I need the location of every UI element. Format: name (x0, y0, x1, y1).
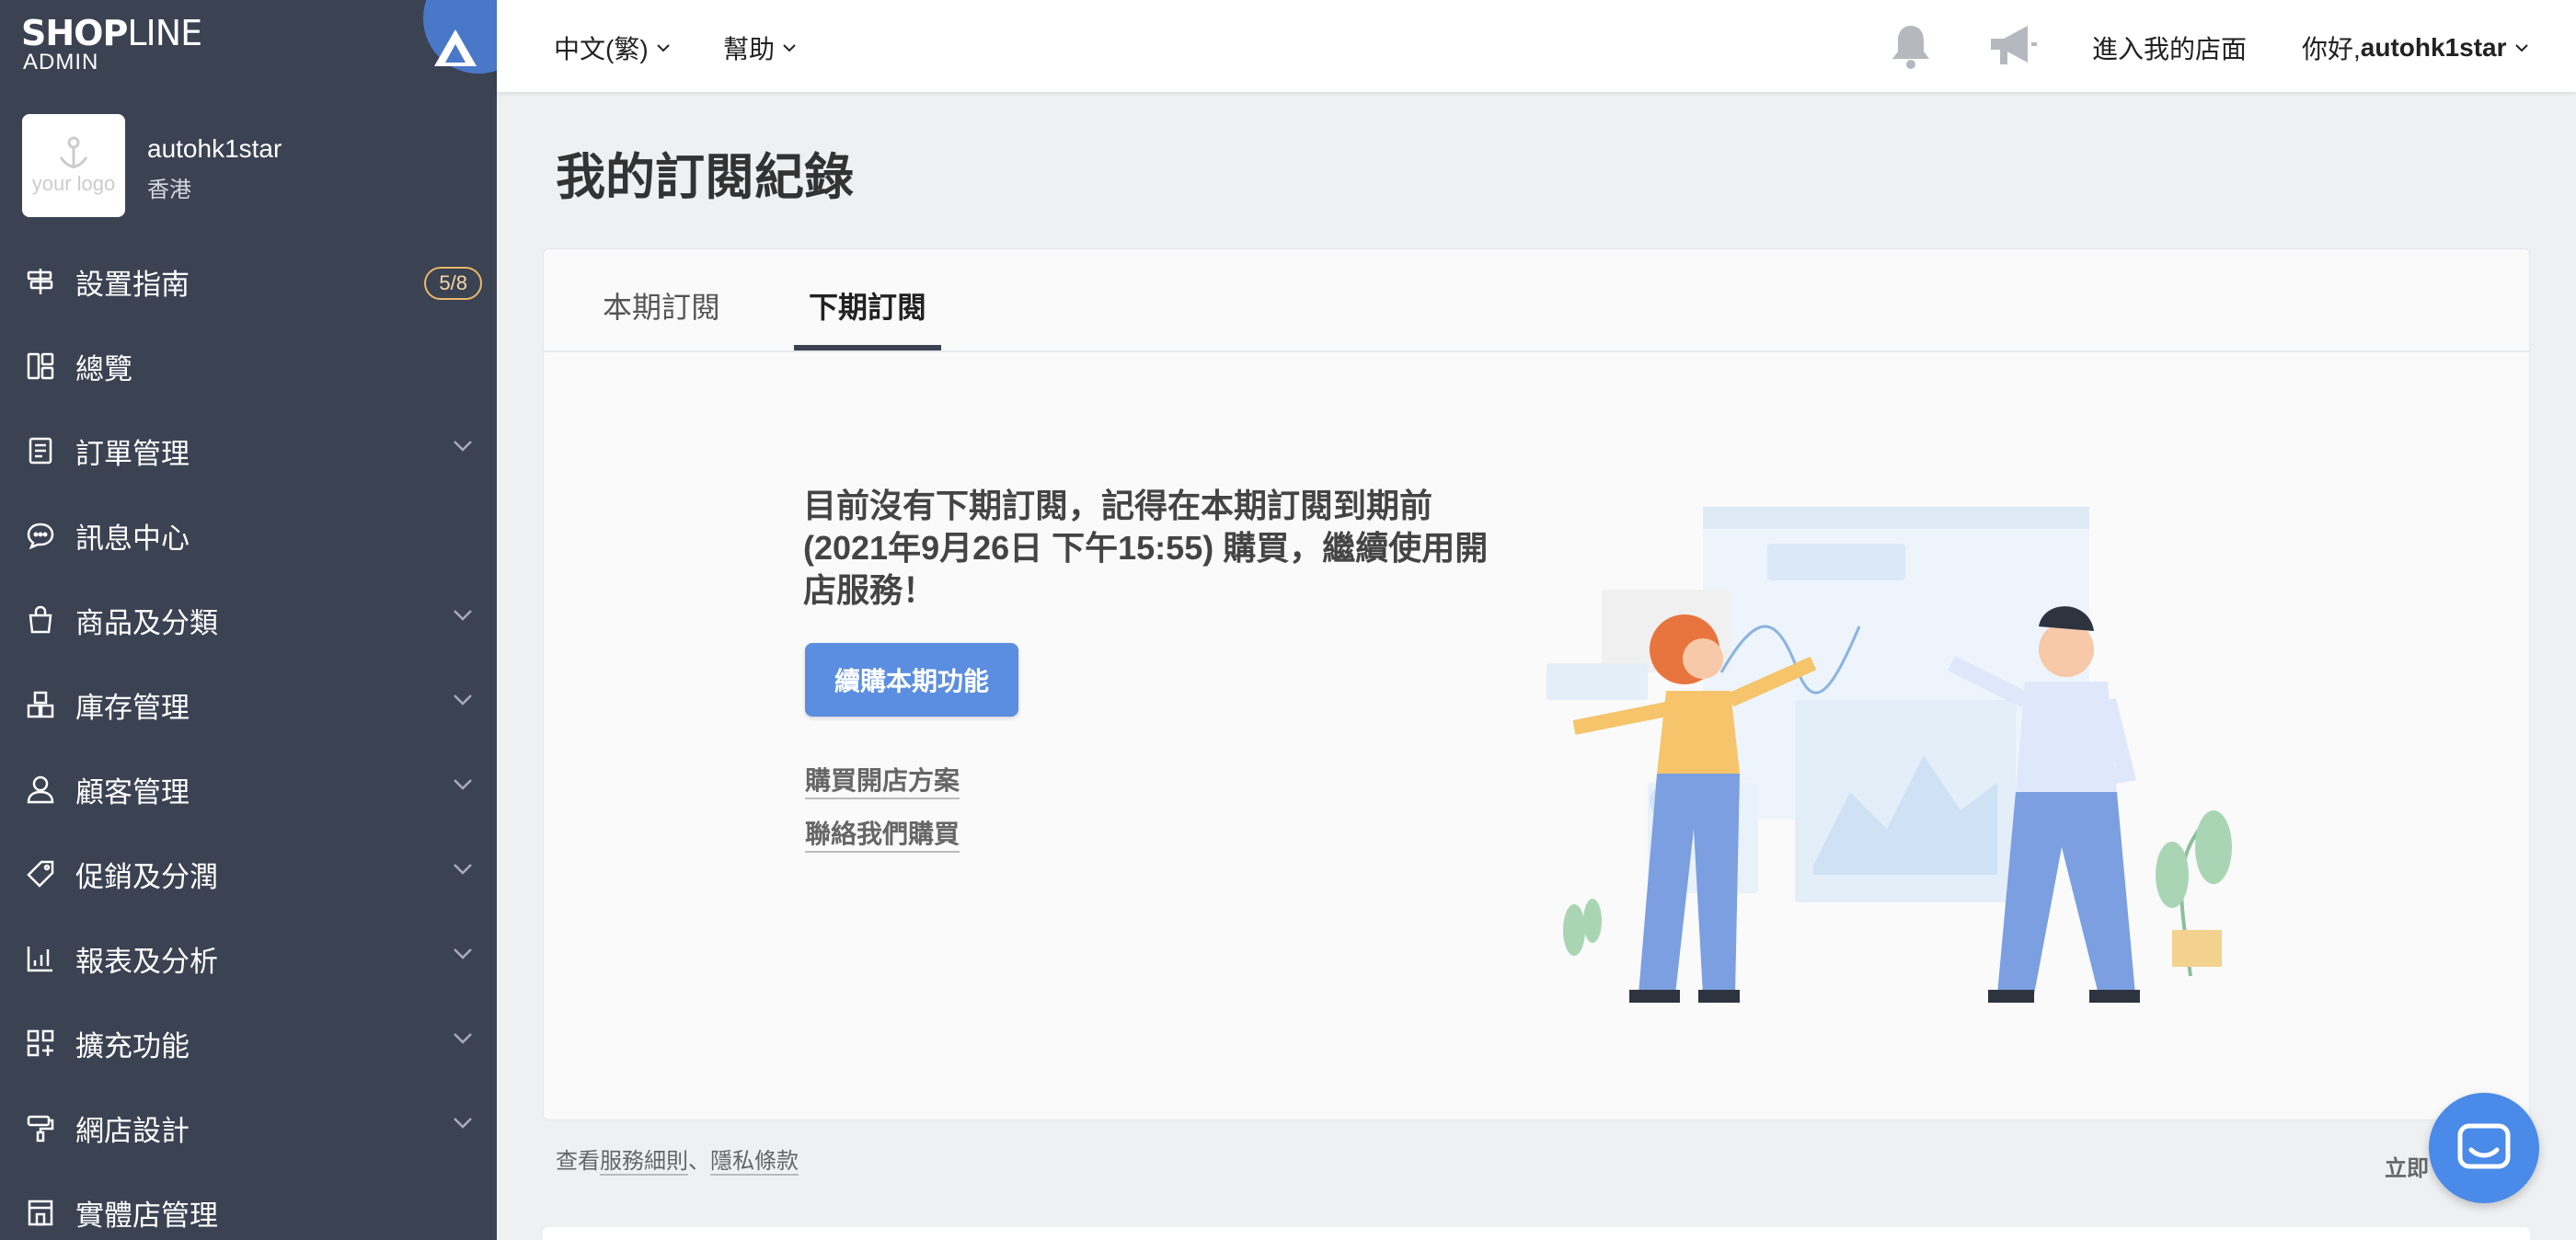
sidebar-item-label: 實體店管理 (75, 1199, 218, 1232)
chart-icon (24, 942, 57, 975)
chevron-down-icon (454, 441, 472, 452)
sidebar-nav: 設置指南 5/8 總覽 訂單管理 訊息中心 商品及分類 庫存管理 顧客管理 促銷… (0, 239, 497, 1240)
sidebar-item-label: 網店設計 (75, 1114, 190, 1147)
logo-text: SHOPLINE (21, 13, 202, 53)
sidebar-item-design[interactable]: 網店設計 (0, 1085, 497, 1170)
terms-link[interactable]: 服務細則 (600, 1149, 688, 1176)
footer-prefix: 查看 (556, 1149, 600, 1174)
sidebar-item-products[interactable]: 商品及分類 (0, 578, 497, 662)
sidebar-item-label: 商品及分類 (75, 606, 218, 639)
sidebar-item-label: 顧客管理 (75, 775, 190, 809)
chevron-down-icon (454, 610, 472, 621)
store-logo-placeholder: your logo (31, 172, 116, 195)
language-selector[interactable]: 中文(繁) (554, 29, 671, 66)
sidebar-item-inventory[interactable]: 庫存管理 (0, 662, 497, 747)
user-menu[interactable]: 你好, autohk1star (2302, 29, 2529, 66)
bell-icon[interactable] (1888, 22, 1934, 76)
chevron-down-icon (2514, 44, 2528, 52)
enter-store-link[interactable]: 進入我的店面 (2092, 29, 2247, 66)
sidebar-item-label: 訂單管理 (75, 437, 190, 470)
footer-right-link[interactable]: 立即 (2385, 1150, 2429, 1182)
apps-icon (24, 1027, 57, 1060)
tab-bar: 本期訂閱 下期訂閱 (544, 249, 2529, 352)
sidebar-item-reports[interactable]: 報表及分析 (0, 916, 497, 1001)
active-tab-indicator (794, 345, 941, 350)
chat-launcher-button[interactable] (2429, 1093, 2539, 1203)
chat-icon (24, 519, 57, 552)
chevron-down-icon (656, 44, 670, 52)
sidebar-item-label: 擴充功能 (75, 1029, 190, 1062)
sidebar-item-label: 總覽 (75, 352, 132, 385)
megaphone-icon[interactable] (1987, 22, 2039, 75)
app-switcher-icon[interactable] (423, 0, 497, 74)
bag-icon (24, 603, 57, 637)
chevron-down-icon (783, 44, 796, 52)
sidebar-item-label: 報表及分析 (75, 945, 218, 978)
sidebar-item-apps[interactable]: 擴充功能 (0, 1001, 497, 1085)
contact-us-link[interactable]: 聯絡我們購買 (805, 814, 960, 853)
sidebar-item-label: 訊息中心 (75, 522, 190, 555)
store-icon (24, 1196, 57, 1229)
dashboard-icon (24, 350, 57, 383)
privacy-link[interactable]: 隱私條款 (710, 1149, 799, 1176)
logo-subtitle: ADMIN (23, 50, 99, 75)
chevron-down-icon (454, 1033, 472, 1044)
buy-plan-link[interactable]: 購買開店方案 (805, 761, 960, 799)
sidebar-item-overview[interactable]: 總覽 (0, 324, 497, 408)
sidebar-item-label: 促銷及分潤 (75, 860, 218, 893)
setup-progress-badge: 5/8 (424, 267, 482, 300)
chevron-down-icon (454, 695, 472, 706)
help-menu[interactable]: 幫助 (723, 29, 797, 66)
user-icon (24, 773, 57, 806)
receipt-icon (24, 434, 57, 467)
chevron-down-icon (454, 1118, 472, 1129)
page-title: 我的訂閱紀錄 (556, 150, 854, 205)
sidebar-item-promotions[interactable]: 促銷及分潤 (0, 832, 497, 916)
empty-state-illustration (1537, 479, 2292, 1017)
sidebar: SHOPLINE ADMIN your logo autohk1star 香港 … (0, 0, 497, 1240)
footer-separator: 、 (688, 1149, 710, 1174)
sidebar-item-customers[interactable]: 顧客管理 (0, 747, 497, 832)
store-name: autohk1star (147, 134, 282, 163)
tab-next-subscription[interactable]: 下期訂閱 (809, 284, 926, 327)
sidebar-item-label: 庫存管理 (75, 691, 190, 724)
help-label: 幫助 (723, 35, 776, 63)
chevron-down-icon (454, 948, 472, 959)
top-bar: 中文(繁) 幫助 進入我的店面 你好, autohk1star (497, 0, 2576, 92)
anchor-icon (59, 136, 88, 168)
tag-icon (24, 857, 57, 890)
chat-bubble-icon (2457, 1123, 2511, 1169)
sidebar-item-retail-store[interactable]: 實體店管理 (0, 1170, 497, 1240)
signpost-icon (24, 265, 57, 298)
paint-roller-icon (24, 1111, 57, 1144)
boxes-icon (24, 688, 57, 721)
subscription-card: 本期訂閱 下期訂閱 目前沒有下期訂閱，記得在本期訂閱到期前 (2021年9月26… (543, 248, 2530, 1120)
sidebar-item-label: 設置指南 (75, 268, 190, 301)
language-label: 中文(繁) (554, 35, 649, 63)
greeting-text: 你好, (2302, 35, 2361, 63)
chevron-down-icon (454, 779, 472, 790)
footer-links: 查看服務細則、隱私條款 (556, 1142, 799, 1176)
enter-store-label: 進入我的店面 (2092, 35, 2248, 63)
username: autohk1star (2360, 33, 2507, 62)
store-logo: your logo (22, 114, 125, 217)
sidebar-item-setup-guide[interactable]: 設置指南 5/8 (0, 239, 497, 324)
store-region: 香港 (147, 178, 191, 202)
next-section-card (543, 1227, 2530, 1240)
sidebar-item-orders[interactable]: 訂單管理 (0, 408, 497, 493)
tab-current-subscription[interactable]: 本期訂閱 (603, 284, 720, 327)
sidebar-item-messages[interactable]: 訊息中心 (0, 493, 497, 578)
store-info[interactable]: your logo autohk1star 香港 (22, 114, 482, 217)
brand-logo[interactable]: SHOPLINE ADMIN (0, 0, 497, 92)
chevron-down-icon (454, 864, 472, 875)
empty-state-message: 目前沒有下期訂閱，記得在本期訂閱到期前 (2021年9月26日 下午15:55)… (803, 487, 1489, 609)
renew-button[interactable]: 續購本期功能 (805, 643, 1018, 717)
